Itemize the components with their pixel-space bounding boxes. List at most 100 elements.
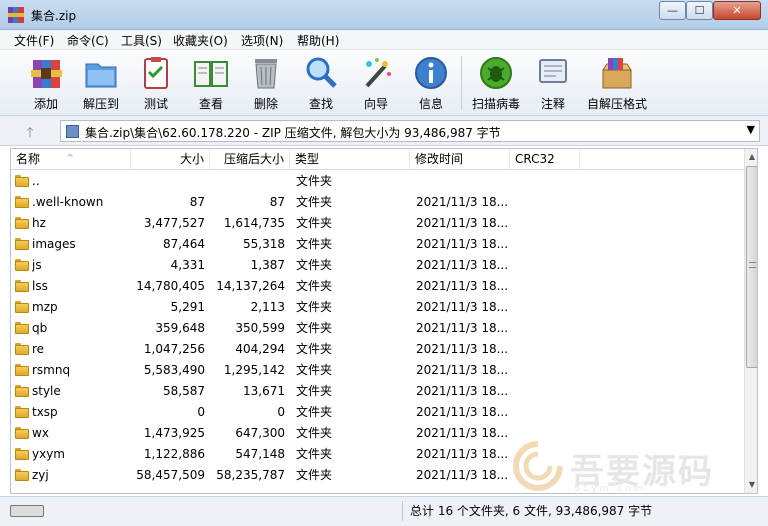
sfx-label: 自解压格式 (586, 97, 647, 111)
file-type: 文件夹 (296, 279, 333, 293)
comment-icon (539, 59, 567, 83)
file-packed-size: 0 (277, 405, 285, 419)
file-row[interactable]: .. 文件夹 (11, 171, 744, 192)
sfx-box-icon (602, 58, 632, 89)
file-row[interactable]: qb 359,648 350,599 文件夹 2021/11/3 18... (11, 318, 744, 339)
test-clipboard-icon (144, 57, 168, 89)
find-button[interactable]: 查找 (290, 54, 352, 112)
file-name: zyj (32, 468, 49, 482)
file-type: 文件夹 (296, 468, 333, 482)
column-type[interactable]: 类型 (290, 149, 410, 170)
file-name: lss (32, 279, 48, 293)
folder-icon (15, 301, 29, 313)
info-label: 信息 (418, 97, 443, 111)
file-modified: 2021/11/3 18... (416, 447, 509, 461)
toolbar: 添加 解压到 测试 查看 删除 查找 向导 信息 扫描病毒 注释 自解压格式 (0, 50, 768, 116)
scroll-thumb[interactable] (746, 166, 757, 368)
column-header: 名称 ^ 大小 压缩后大小 类型 修改时间 CRC32 (11, 149, 744, 170)
path-combobox[interactable]: 集合.zip\集合\62.60.178.220 - ZIP 压缩文件, 解包大小… (60, 120, 760, 142)
file-row[interactable]: .well-known 87 87 文件夹 2021/11/3 18... (11, 192, 744, 213)
file-size: 4,331 (170, 258, 205, 272)
virus-scan-label: 扫描病毒 (471, 97, 520, 111)
menu-file[interactable]: 文件(F) (14, 32, 54, 49)
menu-help[interactable]: 帮助(H) (297, 32, 339, 49)
file-type: 文件夹 (296, 258, 333, 272)
delete-button[interactable]: 删除 (235, 54, 297, 112)
file-row[interactable]: images 87,464 55,318 文件夹 2021/11/3 18... (11, 234, 744, 255)
menu-options[interactable]: 选项(N) (241, 32, 283, 49)
file-row[interactable]: txsp 0 0 文件夹 2021/11/3 18... (11, 402, 744, 423)
file-type: 文件夹 (296, 426, 333, 440)
info-button[interactable]: 信息 (400, 54, 462, 112)
file-modified: 2021/11/3 18... (416, 279, 509, 293)
file-row[interactable]: re 1,047,256 404,294 文件夹 2021/11/3 18... (11, 339, 744, 360)
toolbar-separator (461, 56, 462, 110)
menu-bar: 文件(F) 命令(C) 工具(S) 收藏夹(O) 选项(N) 帮助(H) (0, 30, 768, 50)
status-separator (402, 501, 403, 521)
up-folder-button[interactable]: 🡑 (20, 122, 40, 141)
file-type: 文件夹 (296, 237, 333, 251)
file-name: txsp (32, 405, 58, 419)
file-packed-size: 58,235,787 (216, 468, 285, 482)
path-dropdown-button[interactable]: ▼ (747, 123, 755, 136)
comment-button[interactable]: 注释 (522, 54, 584, 112)
file-modified: 2021/11/3 18... (416, 363, 509, 377)
column-packed-size[interactable]: 压缩后大小 (210, 149, 290, 170)
scroll-up-button[interactable]: ▲ (745, 149, 757, 165)
menu-favorites[interactable]: 收藏夹(O) (173, 32, 228, 49)
file-packed-size: 647,300 (235, 426, 285, 440)
file-name: .. (32, 174, 40, 188)
file-row[interactable]: style 58,587 13,671 文件夹 2021/11/3 18... (11, 381, 744, 402)
file-size: 1,122,886 (143, 447, 205, 461)
view-button[interactable]: 查看 (180, 54, 242, 112)
close-button[interactable]: ✕ (713, 1, 761, 20)
extract-to-button[interactable]: 解压到 (70, 54, 132, 112)
minimize-button[interactable]: — (659, 1, 686, 20)
test-button[interactable]: 测试 (125, 54, 187, 112)
file-row[interactable]: mzp 5,291 2,113 文件夹 2021/11/3 18... (11, 297, 744, 318)
wizard-button[interactable]: 向导 (345, 54, 407, 112)
file-type: 文件夹 (296, 195, 333, 209)
menu-command[interactable]: 命令(C) (67, 32, 109, 49)
add-button[interactable]: 添加 (15, 54, 77, 112)
archive-small-icon (66, 125, 79, 138)
delete-trash-icon (255, 59, 277, 89)
virus-scan-button[interactable]: 扫描病毒 (465, 54, 527, 112)
column-size[interactable]: 大小 (131, 149, 210, 170)
file-type: 文件夹 (296, 300, 333, 314)
folder-icon (15, 406, 29, 418)
file-type: 文件夹 (296, 405, 333, 419)
file-modified: 2021/11/3 18... (416, 300, 509, 314)
column-name[interactable]: 名称 ^ (11, 149, 131, 170)
file-type: 文件夹 (296, 216, 333, 230)
status-summary: 总计 16 个文件夹, 6 文件, 93,486,987 字节 (410, 504, 653, 518)
column-crc32[interactable]: CRC32 (510, 149, 580, 170)
file-row[interactable]: rsmnq 5,583,490 1,295,142 文件夹 2021/11/3 18..… (11, 360, 744, 381)
file-row[interactable]: js 4,331 1,387 文件夹 2021/11/3 18... (11, 255, 744, 276)
file-size: 87,464 (163, 237, 205, 251)
wizard-wand-icon (365, 58, 391, 88)
file-row[interactable]: hz 3,477,527 1,614,735 文件夹 2021/11/3 18... (11, 213, 744, 234)
file-packed-size: 1,387 (250, 258, 285, 272)
drive-key-icon[interactable] (10, 505, 44, 517)
file-size: 1,473,925 (143, 426, 205, 440)
file-type: 文件夹 (296, 447, 333, 461)
menu-tools[interactable]: 工具(S) (121, 32, 162, 49)
file-size: 5,583,490 (143, 363, 205, 377)
delete-label: 删除 (253, 97, 278, 111)
comment-label: 注释 (540, 97, 565, 111)
file-type: 文件夹 (296, 363, 333, 377)
file-size: 5,291 (170, 300, 205, 314)
file-name: hz (32, 216, 46, 230)
file-packed-size: 404,294 (235, 342, 285, 356)
maximize-button[interactable]: ☐ (686, 1, 713, 20)
file-row[interactable]: lss 14,780,405 14,137,264 文件夹 2021/11/3 18..… (11, 276, 744, 297)
sfx-button[interactable]: 自解压格式 (582, 54, 652, 112)
folder-icon (15, 217, 29, 229)
path-text: 集合.zip\集合\62.60.178.220 - ZIP 压缩文件, 解包大小… (85, 126, 501, 140)
file-packed-size: 350,599 (235, 321, 285, 335)
file-modified: 2021/11/3 18... (416, 258, 509, 272)
column-modified[interactable]: 修改时间 (410, 149, 510, 170)
folder-icon (15, 427, 29, 439)
file-name: images (32, 237, 76, 251)
